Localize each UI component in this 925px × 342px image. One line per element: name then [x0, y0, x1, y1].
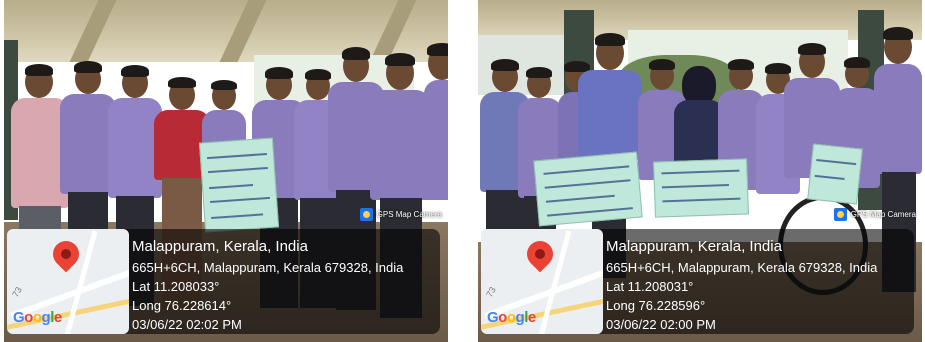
datetime: 03/06/22 02:00 PM — [606, 317, 716, 332]
place-name: Malappuram, Kerala, India — [132, 238, 308, 255]
road-number: 73 — [484, 285, 498, 299]
photo-right: GPS Map Camera 73 Google Malappuram, Ker… — [478, 0, 922, 342]
latitude: Lat 11.208033° — [132, 279, 220, 294]
gps-camera-watermark: GPS Map Camera — [833, 208, 916, 221]
place-name: Malappuram, Kerala, India — [606, 238, 782, 255]
datetime: 03/06/22 02:02 PM — [132, 317, 242, 332]
handwritten-sign — [807, 143, 863, 205]
longitude: Long 76.228596° — [606, 298, 706, 313]
map-pin-icon — [47, 235, 85, 273]
longitude: Long 76.228614° — [132, 298, 232, 313]
mini-map: 73 Google — [7, 229, 129, 334]
road-number: 73 — [10, 285, 24, 299]
handwritten-sign — [533, 151, 643, 227]
handwritten-sign — [653, 158, 749, 218]
address: 665H+6CH, Malappuram, Kerala 679328, Ind… — [606, 260, 878, 275]
address: 665H+6CH, Malappuram, Kerala 679328, Ind… — [132, 260, 404, 275]
map-pin-icon — [521, 235, 559, 273]
photo-left: GPS Map Camera 73 Google Malappuram, Ker… — [4, 0, 448, 342]
gps-camera-icon — [833, 208, 847, 221]
mini-map: 73 Google — [481, 229, 603, 334]
location-info: Malappuram, Kerala, India 665H+6CH, Mala… — [132, 236, 403, 334]
google-logo: Google — [13, 309, 62, 326]
watermark-text: GPS Map Camera — [850, 210, 916, 219]
latitude: Lat 11.208031° — [606, 279, 694, 294]
google-logo: Google — [487, 309, 536, 326]
gps-camera-watermark: GPS Map Camera — [359, 208, 442, 221]
gps-camera-icon — [359, 208, 373, 221]
watermark-text: GPS Map Camera — [376, 210, 442, 219]
handwritten-sign — [198, 137, 280, 233]
location-info: Malappuram, Kerala, India 665H+6CH, Mala… — [606, 236, 877, 334]
